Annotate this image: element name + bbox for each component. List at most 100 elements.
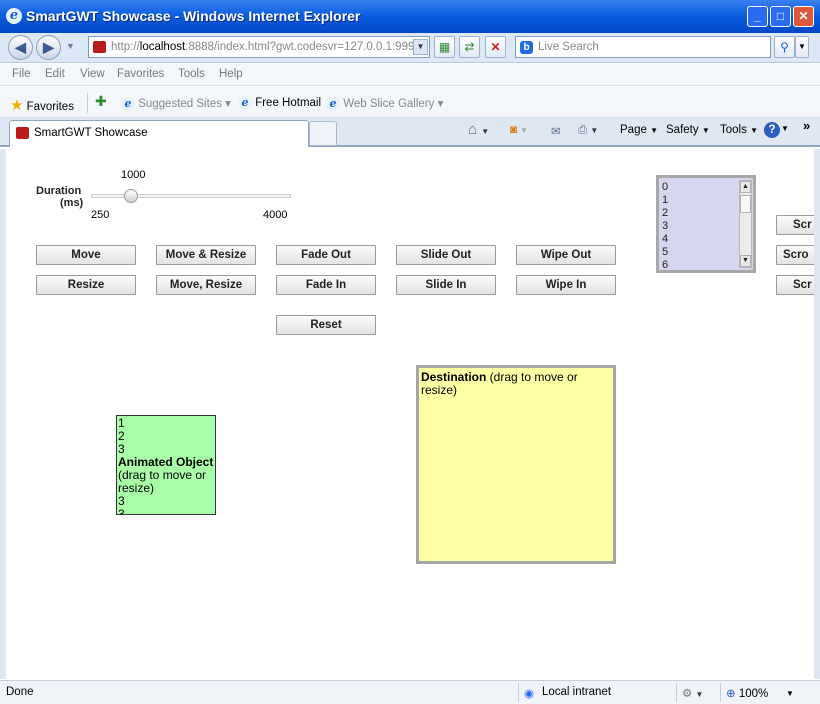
divider [87, 93, 88, 113]
list-item: 6 [662, 259, 669, 271]
mail-icon[interactable]: ✉ [551, 124, 561, 138]
address-input[interactable]: http://localhost:8888/index.html?gwt.cod… [88, 36, 430, 58]
zoom-dropdown-icon[interactable]: ▼ [786, 689, 794, 698]
maximize-button[interactable]: □ [770, 6, 791, 27]
bing-icon: b [520, 41, 533, 54]
reset-button[interactable]: Reset [276, 315, 376, 335]
resize-button[interactable]: Resize [36, 275, 136, 295]
menu-tools[interactable]: Tools [178, 68, 205, 80]
title-bar: e SmartGWT Showcase - Windows Internet E… [0, 0, 820, 33]
wipe-out-button[interactable]: Wipe Out [516, 245, 616, 265]
favorites-button[interactable]: ★ Favorites [10, 96, 74, 114]
feeds-icon[interactable]: ◙ ▼ [510, 124, 528, 136]
menu-file[interactable]: File [12, 68, 31, 80]
more-chevron-icon[interactable]: » [803, 118, 810, 133]
add-favorite-icon[interactable]: ✚ [95, 93, 107, 110]
destination-title: Destination [421, 370, 487, 384]
wipe-in-button[interactable]: Wipe In [516, 275, 616, 295]
scrollbar-thumb[interactable] [740, 195, 751, 213]
duration-slider-track[interactable] [91, 194, 291, 198]
history-dropdown-icon[interactable]: ▼ [66, 41, 75, 51]
print-icon[interactable]: ⎙ ▼ [578, 124, 598, 137]
list-item: 1 [662, 194, 669, 206]
search-input[interactable]: b Live Search [515, 36, 771, 58]
address-bar-row: ◀ ▶ ▼ http://localhost:8888/index.html?g… [0, 33, 820, 63]
ie-logo-icon: e [6, 8, 22, 24]
scroll-button-1[interactable]: Scr [776, 215, 814, 235]
move-and-resize-button[interactable]: Move & Resize [156, 245, 256, 265]
scroll-up-icon[interactable]: ▲ [740, 181, 751, 193]
animated-line: 2 [118, 429, 125, 443]
back-button[interactable]: ◀ [8, 35, 33, 60]
web-slice-gallery-link[interactable]: e Web Slice Gallery ▾ [326, 96, 443, 111]
minimize-button[interactable]: _ [747, 6, 768, 27]
forward-button[interactable]: ▶ [36, 35, 61, 60]
tab-smartgwt-showcase[interactable]: SmartGWT Showcase [9, 120, 309, 147]
list-item: 5 [662, 246, 669, 258]
tab-label: SmartGWT Showcase [34, 127, 148, 139]
menu-view[interactable]: View [80, 68, 105, 80]
slide-out-button[interactable]: Slide Out [396, 245, 496, 265]
animated-title: Animated Object [118, 455, 214, 469]
scroll-list-items: 0 1 2 3 4 5 6 [662, 181, 739, 272]
search-options-icon[interactable]: ▼ [795, 36, 809, 58]
fade-out-button[interactable]: Fade Out [276, 245, 376, 265]
list-item: 4 [662, 233, 669, 245]
duration-slider-thumb[interactable] [124, 189, 138, 203]
duration-units-label: (ms) [60, 197, 84, 209]
page-menu[interactable]: Page ▼ [620, 124, 658, 136]
compatibility-icon[interactable]: ▦ [434, 36, 455, 58]
intranet-icon: ◉ [524, 688, 535, 700]
star-icon: ★ [10, 97, 24, 114]
home-icon[interactable]: ⌂ ▼ [468, 121, 489, 138]
destination-box[interactable]: Destination (drag to move or resize) [416, 365, 616, 564]
status-bar: Done ◉ Local intranet ⚙ ▼ ⊕ 100% ▼ [0, 680, 820, 704]
duration-label: Duration [36, 185, 82, 197]
tab-row: SmartGWT Showcase ⌂ ▼ ◙ ▼ ✉ ⎙ ▼ Page ▼ S… [0, 118, 820, 147]
scroll-button-3[interactable]: Scr [776, 275, 814, 295]
list-item: 0 [662, 181, 669, 193]
help-icon[interactable]: ? [764, 122, 780, 138]
favorites-bar: ★ Favorites ✚ e Suggested Sites ▾ e Free… [0, 87, 820, 118]
close-button[interactable]: ✕ [793, 6, 814, 27]
zoom-icon: ⊕ [726, 688, 736, 700]
suggested-sites-link[interactable]: e Suggested Sites ▾ [121, 96, 231, 111]
address-dropdown-icon[interactable]: ▼ [413, 39, 428, 55]
animated-line: 1 [118, 416, 125, 430]
window-right-edge [814, 149, 820, 679]
move-comma-resize-button[interactable]: Move, Resize [156, 275, 256, 295]
security-zone: Local intranet [542, 686, 612, 698]
slider-min-label: 250 [91, 209, 110, 221]
list-item: 2 [662, 207, 669, 219]
list-scrollbar[interactable]: ▲ ▼ [739, 180, 752, 268]
scroll-button-2[interactable]: Scro [776, 245, 814, 265]
move-button[interactable]: Move [36, 245, 136, 265]
tools-menu[interactable]: Tools ▼ [720, 124, 758, 136]
free-hotmail-link[interactable]: e Free Hotmail [238, 96, 321, 110]
animated-object[interactable]: 1 2 3 Animated Object (drag to move or r… [116, 415, 216, 515]
zoom-control[interactable]: ⊕ 100% [726, 686, 768, 700]
slider-value: 1000 [121, 169, 146, 181]
divider [518, 683, 519, 702]
menu-favorites[interactable]: Favorites [117, 68, 164, 80]
new-tab-button[interactable] [309, 121, 337, 146]
protected-mode-icon[interactable]: ⚙ ▼ [682, 686, 703, 700]
menu-edit[interactable]: Edit [45, 68, 65, 80]
animated-text: Animated Object (drag to move or resize) [118, 456, 214, 495]
divider [676, 683, 677, 702]
animated-line: 3 [118, 494, 125, 508]
help-dropdown-icon[interactable]: ▼ [781, 124, 789, 133]
slide-in-button[interactable]: Slide In [396, 275, 496, 295]
menu-help[interactable]: Help [219, 68, 243, 80]
page-content: Duration (ms) 1000 250 4000 Move Move & … [6, 149, 814, 679]
search-icon[interactable]: ⚲ [774, 36, 795, 58]
safety-menu[interactable]: Safety ▼ [666, 124, 710, 136]
fade-in-button[interactable]: Fade In [276, 275, 376, 295]
scroll-list-panel[interactable]: 0 1 2 3 4 5 6 ▲ ▼ [656, 175, 756, 273]
refresh-icon[interactable]: ⇄ [459, 36, 480, 58]
animated-hint: (drag to move or resize) [118, 468, 207, 495]
scroll-down-icon[interactable]: ▼ [740, 255, 751, 267]
address-url: http://localhost:8888/index.html?gwt.cod… [111, 41, 415, 53]
slider-max-label: 4000 [263, 209, 288, 221]
stop-icon[interactable]: ✕ [485, 36, 506, 58]
